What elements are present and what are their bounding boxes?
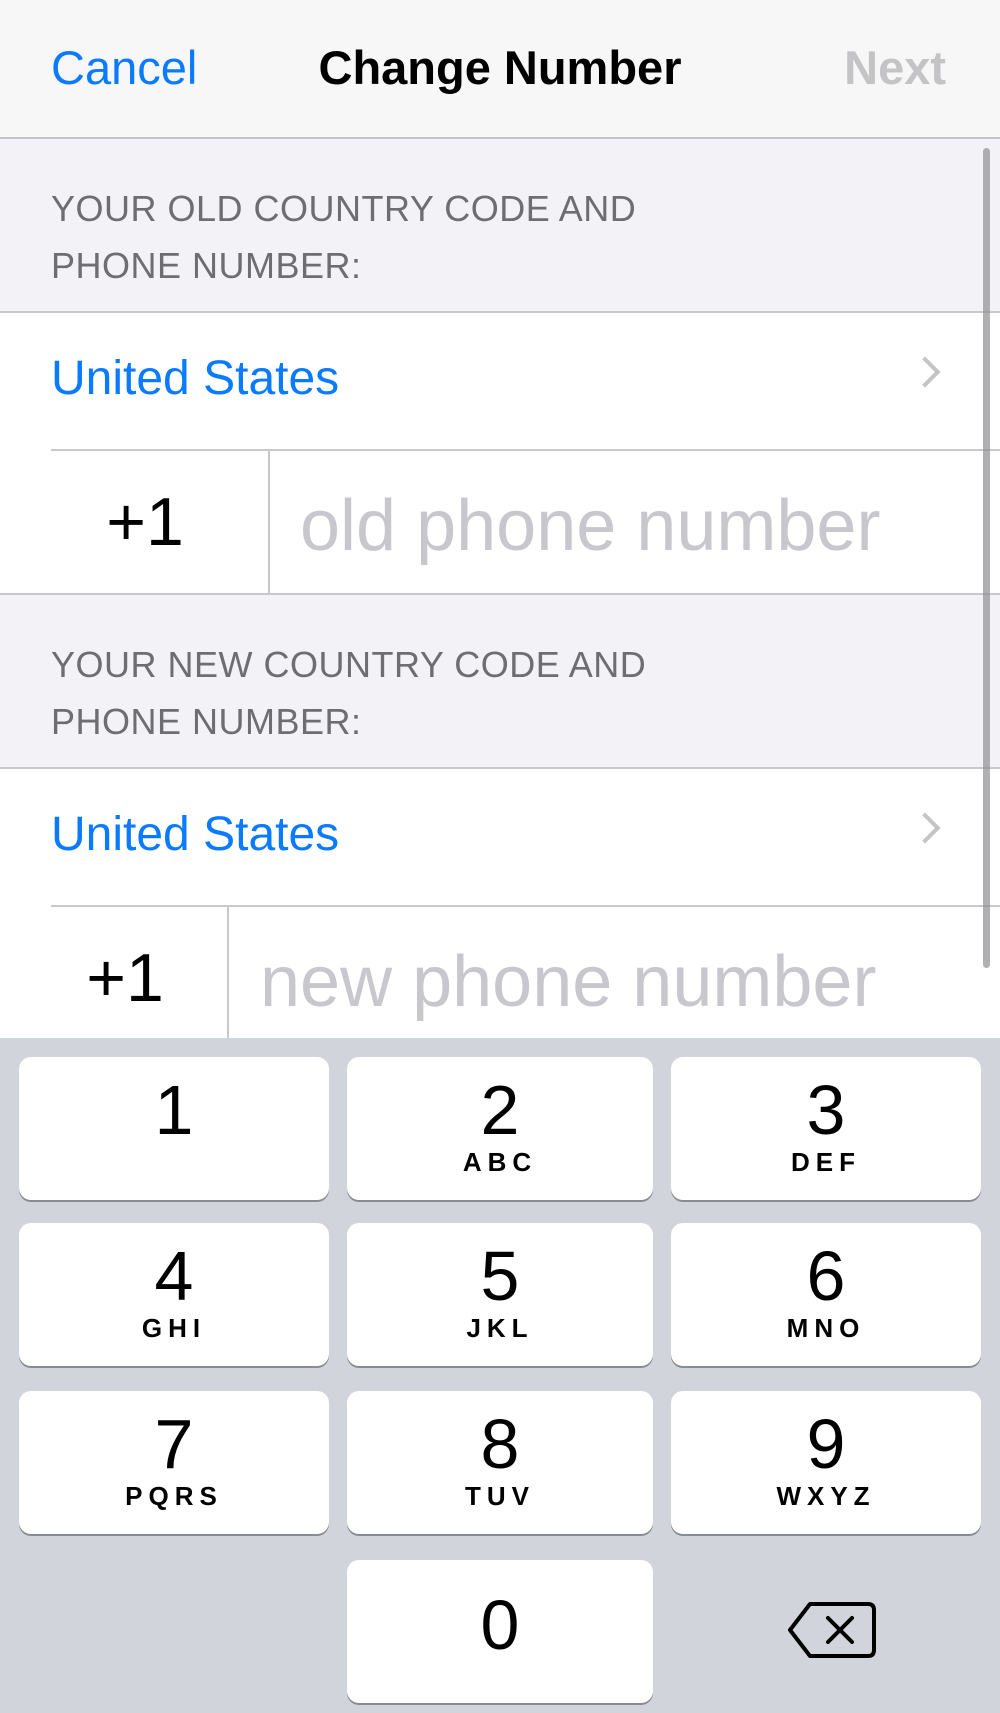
section-header-line: YOUR NEW COUNTRY CODE AND bbox=[51, 644, 647, 685]
row-divider bbox=[51, 905, 1000, 907]
section-header-line: PHONE NUMBER: bbox=[51, 245, 362, 286]
key-letters: JKL bbox=[466, 1313, 534, 1343]
new-country-code: +1 bbox=[86, 940, 164, 1016]
key-5[interactable]: 5 JKL bbox=[347, 1223, 653, 1366]
new-country-selector[interactable]: United States bbox=[0, 769, 1000, 905]
new-country-label: United States bbox=[51, 808, 340, 861]
field-divider bbox=[227, 907, 229, 1049]
key-3[interactable]: 3 DEF bbox=[671, 1057, 981, 1200]
key-digit: 7 bbox=[154, 1405, 194, 1483]
key-digit: 2 bbox=[480, 1071, 520, 1149]
key-2[interactable]: 2 ABC bbox=[347, 1057, 653, 1200]
key-9[interactable]: 9 WXYZ bbox=[671, 1391, 981, 1534]
key-letters: WXYZ bbox=[776, 1481, 876, 1511]
key-letters: ABC bbox=[462, 1147, 538, 1177]
delete-key[interactable] bbox=[780, 1590, 890, 1670]
chevron-right-icon bbox=[909, 356, 941, 388]
backspace-icon bbox=[788, 1602, 876, 1658]
key-digit: 3 bbox=[806, 1071, 846, 1149]
next-button[interactable]: Next bbox=[844, 40, 946, 95]
section-header-line: YOUR OLD COUNTRY CODE AND bbox=[51, 188, 637, 229]
old-phone-number-input[interactable] bbox=[300, 481, 960, 571]
row-divider bbox=[51, 449, 1000, 451]
key-letters: GHI bbox=[141, 1313, 207, 1343]
old-country-selector[interactable]: United States bbox=[0, 313, 1000, 449]
key-0[interactable]: 0 bbox=[347, 1560, 653, 1703]
key-4[interactable]: 4 GHI bbox=[19, 1223, 329, 1366]
old-country-code: +1 bbox=[106, 484, 184, 560]
field-divider bbox=[268, 451, 270, 593]
section-header-line: PHONE NUMBER: bbox=[51, 701, 362, 742]
key-8[interactable]: 8 TUV bbox=[347, 1391, 653, 1534]
new-phone-number-input[interactable] bbox=[260, 937, 960, 1027]
navigation-bar: Cancel Change Number Next bbox=[0, 0, 1000, 139]
key-digit: 5 bbox=[480, 1237, 520, 1315]
key-digit: 9 bbox=[806, 1405, 846, 1483]
key-letters: MNO bbox=[786, 1313, 866, 1343]
key-digit: 1 bbox=[154, 1071, 194, 1149]
key-7[interactable]: 7 PQRS bbox=[19, 1391, 329, 1534]
key-letters: TUV bbox=[465, 1481, 535, 1511]
scrollbar[interactable] bbox=[983, 148, 990, 968]
key-digit: 4 bbox=[154, 1237, 194, 1315]
chevron-right-icon bbox=[909, 812, 941, 844]
key-digit: 0 bbox=[480, 1586, 520, 1664]
old-country-label: United States bbox=[51, 352, 340, 405]
key-6[interactable]: 6 MNO bbox=[671, 1223, 981, 1366]
old-number-group: United States +1 bbox=[0, 311, 1000, 595]
key-1[interactable]: 1 bbox=[19, 1057, 329, 1200]
key-letters: PQRS bbox=[125, 1481, 223, 1511]
key-digit: 8 bbox=[480, 1405, 520, 1483]
key-digit: 6 bbox=[806, 1237, 846, 1315]
new-number-group: United States +1 bbox=[0, 767, 1000, 1051]
old-number-section-header: YOUR OLD COUNTRY CODE AND PHONE NUMBER: bbox=[51, 180, 636, 294]
key-letters: DEF bbox=[791, 1147, 861, 1177]
new-number-section-header: YOUR NEW COUNTRY CODE AND PHONE NUMBER: bbox=[51, 636, 646, 750]
